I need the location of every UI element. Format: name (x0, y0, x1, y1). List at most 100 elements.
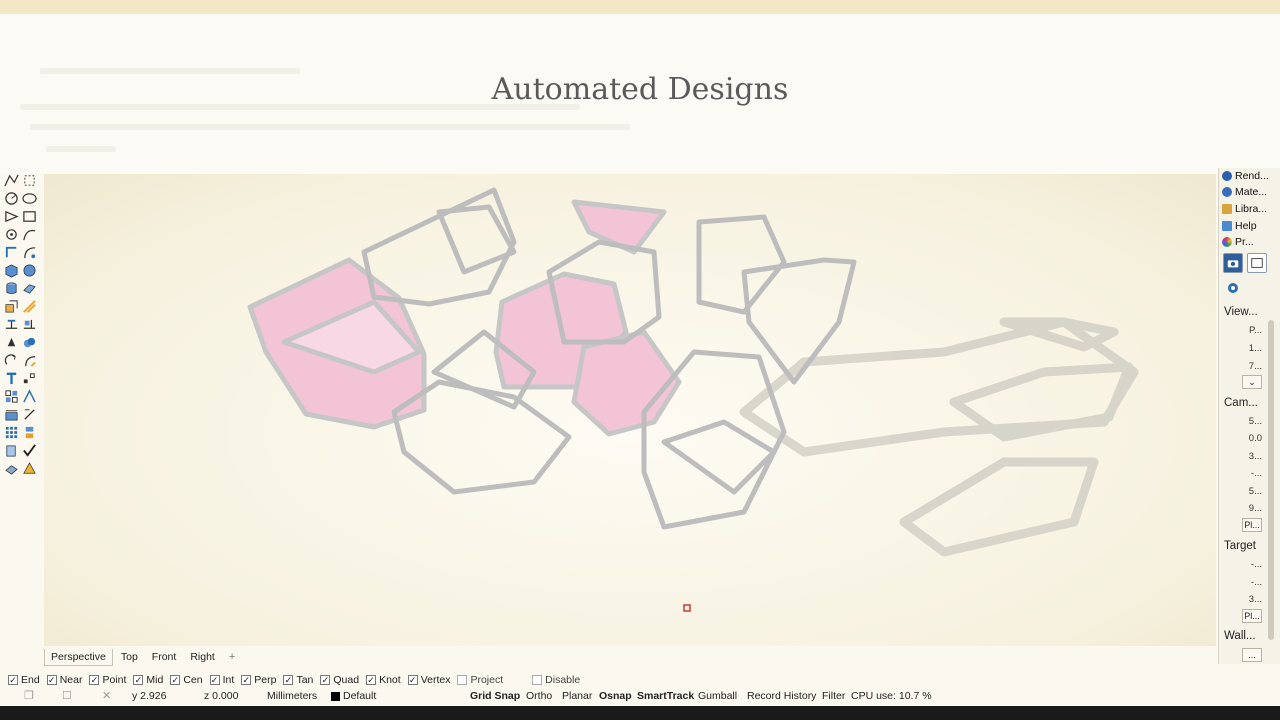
fillet-tool-icon[interactable] (3, 244, 19, 260)
target-place-button[interactable]: Pl... (1242, 609, 1262, 623)
boolean-tool-icon[interactable] (21, 334, 37, 350)
view-field-lens[interactable]: 1... (1240, 343, 1262, 357)
tab-right[interactable]: Right (184, 649, 221, 665)
camera-field-y[interactable]: 0.0 (1240, 433, 1262, 447)
maximize-window-icon[interactable]: ☐ (62, 689, 72, 702)
osnap-end[interactable]: ✓ End (8, 674, 40, 686)
box-tool-icon[interactable] (3, 262, 19, 278)
loft-tool-icon[interactable] (21, 298, 37, 314)
camera-field-distance[interactable]: -... (1240, 468, 1262, 482)
grid-snap-toggle[interactable]: Grid Snap (470, 690, 520, 702)
checkbox-icon[interactable]: ✓ (320, 675, 331, 685)
render-tool-icon[interactable] (3, 460, 19, 476)
offset-tool-icon[interactable] (21, 244, 37, 260)
tab-materials[interactable]: Mate... (1222, 184, 1278, 200)
settings-gear-icon[interactable] (1223, 278, 1243, 298)
checkbox-icon[interactable]: ✓ (46, 675, 57, 685)
layer-label[interactable]: Default (343, 690, 376, 702)
tab-perspective[interactable]: Perspective (44, 648, 113, 666)
checkbox-icon[interactable]: ✓ (407, 675, 418, 685)
tab-properties[interactable]: Pr... (1222, 234, 1278, 250)
units-label[interactable]: Millimeters (267, 690, 317, 702)
target-field-z[interactable]: 3... (1240, 594, 1262, 608)
record-history-toggle[interactable]: Record History (747, 690, 816, 702)
dimension-tool-icon[interactable] (21, 370, 37, 386)
display-frame-icon[interactable] (1247, 253, 1267, 273)
ellipse-tool-icon[interactable] (21, 190, 37, 206)
checkbox-icon[interactable]: ✓ (241, 675, 252, 685)
smarttrack-toggle[interactable]: SmartTrack (637, 690, 694, 702)
target-field-y[interactable]: -... (1240, 577, 1262, 591)
camera-field-elevation[interactable]: 9... (1240, 503, 1262, 517)
tab-libraries[interactable]: Libra... (1222, 201, 1278, 217)
sphere-tool-icon[interactable] (21, 262, 37, 278)
wallpaper-browse-button[interactable]: ... (1242, 648, 1262, 662)
copy-tool-icon[interactable] (21, 316, 37, 332)
restore-window-icon[interactable]: ❐ (24, 689, 34, 702)
osnap-int[interactable]: ✓ Int (209, 674, 234, 686)
shell-tool-icon[interactable] (3, 334, 19, 350)
filter-toggle[interactable]: Filter (822, 690, 845, 702)
mirror-tool-icon[interactable] (21, 352, 37, 368)
checkbox-icon[interactable]: ✓ (89, 675, 100, 685)
camera-view-icon[interactable] (1223, 253, 1243, 273)
tab-rendering[interactable]: Rend... (1222, 168, 1278, 184)
osnap-toggle[interactable]: Osnap (599, 690, 632, 702)
polyline-tool-icon[interactable] (3, 172, 19, 188)
camera-field-location[interactable]: 5... (1240, 486, 1262, 500)
checkbox-icon[interactable]: ✓ (283, 675, 294, 685)
analyze-tool-icon[interactable] (21, 388, 37, 404)
checkbox-icon[interactable] (457, 675, 468, 685)
osnap-disable[interactable]: Disable (532, 674, 580, 686)
block-tool-icon[interactable] (21, 424, 37, 440)
light-tool-icon[interactable] (21, 460, 37, 476)
snap-tool-icon[interactable] (21, 406, 37, 422)
add-viewport-icon[interactable]: + (223, 651, 241, 663)
polygon-tool-icon[interactable] (3, 208, 19, 224)
ortho-toggle[interactable]: Ortho (526, 690, 552, 702)
osnap-knot[interactable]: ✓ Knot (366, 674, 401, 686)
rotate-tool-icon[interactable] (3, 352, 19, 368)
view-field-projection[interactable]: P... (1240, 325, 1262, 339)
tab-front[interactable]: Front (146, 649, 183, 665)
array-tool-icon[interactable] (3, 424, 19, 440)
curve-tool-icon[interactable] (21, 226, 37, 242)
target-field-x[interactable]: -... (1240, 559, 1262, 573)
gumball-toggle[interactable]: Gumball (698, 690, 737, 702)
checkbox-icon[interactable]: ✓ (8, 675, 18, 685)
rectangle-tool-icon[interactable] (21, 208, 37, 224)
view-expand-button[interactable]: ⌄ (1242, 375, 1262, 389)
planar-toggle[interactable]: Planar (562, 690, 592, 702)
camera-place-button[interactable]: Pl... (1242, 518, 1262, 532)
osnap-mid[interactable]: ✓ Mid (133, 674, 163, 686)
checkbox-icon[interactable]: ✓ (133, 675, 144, 685)
surface-tool-icon[interactable] (21, 280, 37, 296)
text-tool-icon[interactable] (3, 370, 19, 386)
panel-scrollbar[interactable] (1266, 310, 1276, 650)
osnap-cen[interactable]: ✓ Cen (170, 674, 203, 686)
osnap-perp[interactable]: ✓ Perp (241, 674, 276, 686)
osnap-near[interactable]: ✓ Near (46, 674, 82, 686)
check-tool-icon[interactable] (21, 442, 37, 458)
osnap-project[interactable]: Project (457, 674, 503, 686)
cylinder-tool-icon[interactable] (3, 280, 19, 296)
osnap-point[interactable]: ✓ Point (89, 674, 126, 686)
osnap-tan[interactable]: ✓ Tan (283, 674, 313, 686)
scrollbar-thumb[interactable] (1268, 320, 1274, 640)
layout-tool-icon[interactable] (3, 388, 19, 404)
osnap-vertex[interactable]: ✓ Vertex (407, 674, 450, 686)
camera-field-z[interactable]: 3... (1240, 451, 1262, 465)
perspective-viewport[interactable] (44, 172, 1216, 646)
circle-tool-icon[interactable] (3, 190, 19, 206)
osnap-quad[interactable]: ✓ Quad (320, 674, 359, 686)
move-tool-icon[interactable] (3, 316, 19, 332)
camera-field-x[interactable]: 5... (1240, 416, 1262, 430)
close-window-icon[interactable]: ✕ (102, 689, 111, 702)
arc-tool-icon[interactable] (3, 226, 19, 242)
extrude-tool-icon[interactable] (3, 298, 19, 314)
checkbox-icon[interactable] (532, 675, 543, 685)
tab-help[interactable]: Help (1222, 218, 1278, 234)
point-tool-icon[interactable] (21, 172, 37, 188)
view-field-angle[interactable]: 7... (1240, 361, 1262, 375)
tab-top[interactable]: Top (115, 649, 144, 665)
